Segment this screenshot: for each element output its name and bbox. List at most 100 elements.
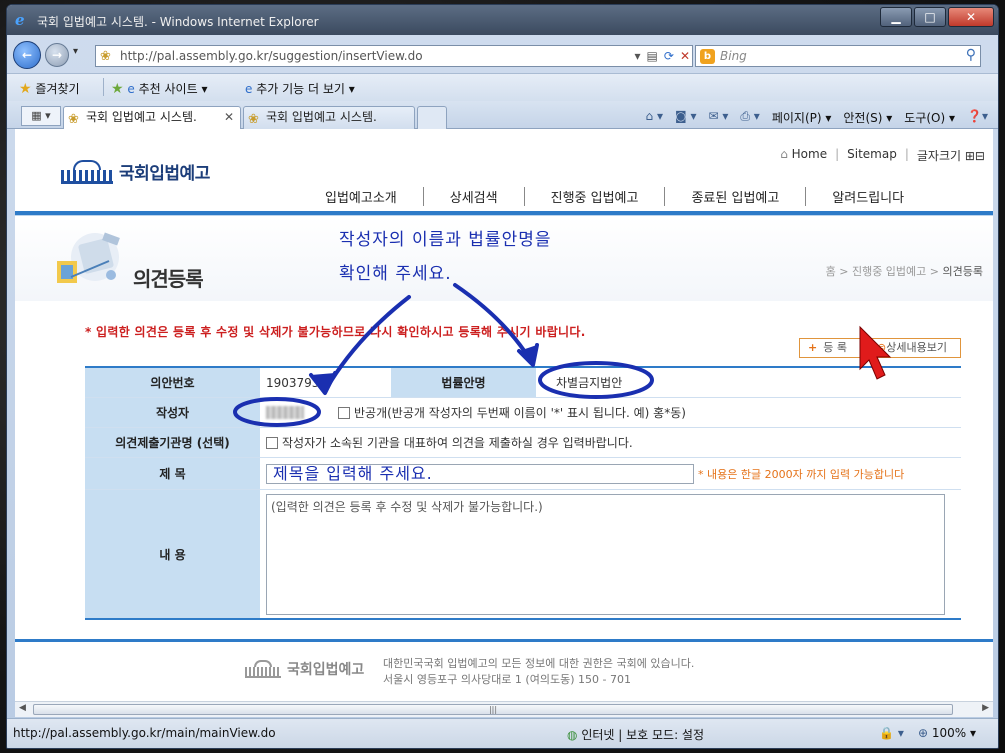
private-checkbox[interactable]: [338, 406, 350, 419]
form-row-org: 의견제출기관명 (선택) 작성자가 소속된 기관을 대표하여 의견을 제출하실 …: [85, 428, 961, 458]
nav-item-closed[interactable]: 종료된 입법예고: [664, 187, 805, 206]
mail-icon[interactable]: ✉ ▾: [708, 109, 728, 126]
zoom-icon: ⊕: [917, 726, 929, 740]
font-size-control[interactable]: 글자크기 ⊞⊟: [917, 147, 985, 164]
forward-button[interactable]: →: [45, 43, 69, 67]
search-icon[interactable]: ⚲: [966, 47, 976, 63]
form-row-author: 작성자 반공개(반공개 작성자의 두번째 이름이 '*' 표시 됩니다. 예) …: [85, 398, 961, 428]
home-icon: ⌂: [780, 147, 788, 161]
breadcrumb-mid[interactable]: 진행중 입법예고: [852, 265, 926, 278]
nav-item-notice[interactable]: 알려드립니다: [805, 187, 930, 206]
quick-tabs-button[interactable]: ▦ ▾: [21, 106, 61, 126]
star-icon: ★: [19, 81, 32, 97]
site-logo[interactable]: 국회입법예고: [61, 159, 210, 184]
close-tab-icon[interactable]: ✕: [224, 107, 234, 128]
bill-no-label: 의안번호: [85, 368, 260, 397]
maximize-button[interactable]: □: [914, 7, 946, 27]
security-zone[interactable]: ◍ 인터넷 | 보호 모드: 설정: [567, 726, 704, 743]
nav-item-intro[interactable]: 입법예고소개: [315, 187, 423, 206]
org-option-label: 작성자가 소속된 기관을 대표하여 의견을 제출하실 경우 입력바랍니다.: [282, 436, 633, 450]
annotation-line-1: 작성자의 이름과 법률안명을: [339, 230, 552, 250]
back-button[interactable]: ←: [13, 41, 41, 69]
nav-item-search[interactable]: 상세검색: [422, 187, 524, 206]
address-bar[interactable]: ❀ http://pal.assembly.go.kr/suggestion/i…: [95, 45, 693, 67]
scroll-thumb[interactable]: |||: [33, 704, 953, 715]
page-viewport: 국회입법예고 ⌂ Home | Sitemap | 글자크기 ⊞⊟ 입법예고소개…: [15, 129, 993, 701]
footer-divider: [15, 639, 993, 642]
zoom-control[interactable]: ⊕ 100% ▾: [918, 726, 976, 740]
site-favicon: ❀: [248, 112, 259, 127]
status-bar: http://pal.assembly.go.kr/main/mainView.…: [7, 718, 998, 748]
assembly-building-icon: [61, 159, 113, 184]
bill-name-label: 법률안명: [391, 368, 536, 397]
footer-logo: 국회입법예고: [245, 659, 364, 679]
history-dropdown-icon[interactable]: ▾: [73, 46, 78, 57]
minimize-button[interactable]: ▁: [880, 7, 912, 27]
utility-links: ⌂ Home | Sitemap | 글자크기 ⊞⊟: [780, 147, 985, 164]
content-textarea[interactable]: (입력한 의견은 등록 후 수정 및 삭제가 불가능합니다.): [266, 494, 945, 615]
tab-inactive[interactable]: ❀ 국회 입법예고 시스템.: [243, 106, 415, 129]
title-limit-note: * 내용은 한글 2000자 까지 입력 가능합니다: [698, 467, 905, 481]
window-controls: ▁ □ ✕: [880, 7, 994, 27]
compat-view-icon[interactable]: ▤: [647, 47, 658, 65]
new-tab-button[interactable]: [417, 106, 447, 129]
favorites-bar: ★ 즐겨찾기 ★ e 추천 사이트 ▾ e 추가 기능 더 보기 ▾: [7, 73, 998, 101]
tab-active[interactable]: ❀ 국회 입법예고 시스템. ✕: [63, 106, 241, 129]
register-button[interactable]: + 등 록: [799, 338, 865, 358]
site-favicon: ❀: [100, 49, 111, 64]
title-bar: e 국회 입법예고 시스템. - Windows Internet Explor…: [7, 5, 998, 35]
search-box[interactable]: b Bing ⚲: [695, 45, 981, 67]
view-detail-button[interactable]: ⊜상세내용보기: [871, 338, 961, 358]
close-button[interactable]: ✕: [948, 7, 994, 27]
ie-logo-icon: e: [15, 11, 25, 29]
home-icon[interactable]: ⌂ ▾: [646, 109, 663, 126]
ie-page-icon: e: [127, 82, 135, 96]
nav-item-ongoing[interactable]: 진행중 입법예고: [523, 187, 665, 206]
form-row-content: 내 용 (입력한 의견은 등록 후 수정 및 삭제가 불가능합니다.): [85, 490, 961, 618]
tab-bar: ▦ ▾ ❀ 국회 입법예고 시스템. ✕ ❀ 국회 입법예고 시스템. ⌂ ▾ …: [7, 101, 998, 129]
title-input[interactable]: 제목을 입력해 주세요.: [266, 463, 694, 484]
favorites-button[interactable]: ★ 즐겨찾기: [19, 80, 80, 97]
status-url: http://pal.assembly.go.kr/main/mainView.…: [13, 726, 276, 740]
scroll-right-icon[interactable]: ▶: [982, 703, 989, 713]
print-icon[interactable]: ⎙ ▾: [740, 109, 759, 126]
author-name-redacted: [266, 406, 304, 419]
bill-name-value: 차별금지법안: [556, 376, 623, 390]
annotation-arrowhead-bill: [517, 343, 539, 367]
address-dropdown-icon[interactable]: ▾: [635, 47, 641, 65]
tools-menu[interactable]: 도구(O) ▾: [904, 109, 955, 126]
suggested-sites-link[interactable]: ★ e 추천 사이트 ▾: [111, 80, 207, 97]
bill-no-value: 1903793: [266, 375, 320, 390]
addons-link[interactable]: e 추가 기능 더 보기 ▾: [245, 80, 355, 97]
address-url[interactable]: http://pal.assembly.go.kr/suggestion/ins…: [120, 49, 423, 63]
org-checkbox[interactable]: [266, 436, 278, 449]
org-label: 의견제출기관명 (선택): [85, 428, 260, 457]
notice-text: * 입력한 의견은 등록 후 수정 및 삭제가 불가능하므로 다시 확인하시고 …: [85, 325, 586, 339]
address-toolbar: ← → ▾ ❀ http://pal.assembly.go.kr/sugges…: [7, 37, 998, 73]
private-option-label: 반공개(반공개 작성자의 두번째 이름이 '*' 표시 됩니다. 예) 홍*동): [354, 406, 686, 420]
feeds-icon[interactable]: ◙ ▾: [675, 109, 696, 126]
assembly-building-icon: [245, 660, 281, 678]
sitemap-link[interactable]: Sitemap: [847, 147, 897, 164]
home-link[interactable]: ⌂ Home: [780, 147, 827, 164]
breadcrumb-current: 의견등록: [942, 265, 983, 278]
horizontal-scrollbar[interactable]: ◀ ||| ▶: [15, 701, 993, 717]
page-menu[interactable]: 페이지(P) ▾: [772, 109, 832, 126]
main-navigation: 입법예고소개 상세검색 진행중 입법예고 종료된 입법예고 알려드립니다: [315, 187, 930, 206]
breadcrumb-home[interactable]: 홈: [826, 265, 836, 278]
protected-mode-icon[interactable]: 🔒 ▾: [879, 726, 904, 740]
author-label: 작성자: [85, 398, 260, 427]
safety-menu[interactable]: 안전(S) ▾: [843, 109, 892, 126]
window-title: 국회 입법예고 시스템. - Windows Internet Explorer: [37, 15, 319, 29]
document-icon: ⊜: [877, 341, 887, 354]
opinion-form: 의안번호 1903793 법률안명 차별금지법안 작성자 반공개(반공개 작성자…: [85, 366, 961, 620]
help-icon[interactable]: ❓▾: [967, 109, 988, 126]
scroll-left-icon[interactable]: ◀: [19, 703, 26, 713]
form-row-title: 제 목 제목을 입력해 주세요. * 내용은 한글 2000자 까지 입력 가능…: [85, 458, 961, 490]
stop-icon[interactable]: ✕: [680, 47, 690, 65]
footer-info: 대한민국국회 입법예고의 모든 정보에 대한 권한은 국회에 있습니다. 서울시…: [383, 657, 695, 686]
form-row-bill: 의안번호 1903793 법률안명 차별금지법안: [85, 368, 961, 398]
bing-icon: b: [700, 49, 715, 64]
browser-window: e 국회 입법예고 시스템. - Windows Internet Explor…: [6, 4, 999, 749]
refresh-icon[interactable]: ⟳: [664, 47, 674, 65]
